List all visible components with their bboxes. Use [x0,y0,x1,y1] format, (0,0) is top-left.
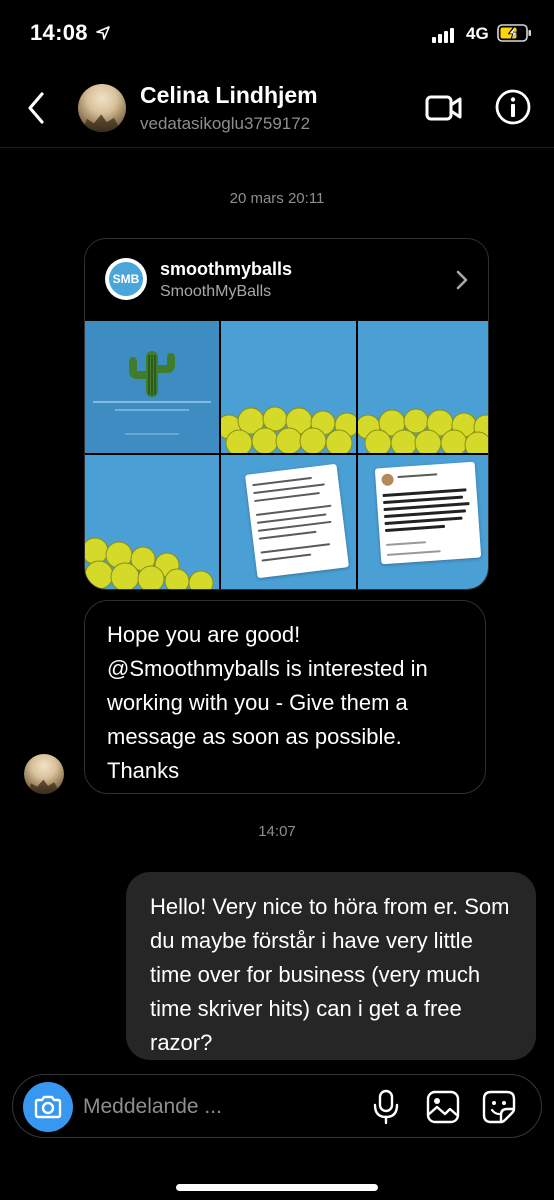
shared-post-account-display: SmoothMyBalls [160,283,272,300]
location-arrow-icon [96,26,110,45]
sticker-icon [482,1090,516,1124]
shared-post-account-name: smoothmyballs [160,259,293,279]
message-input[interactable] [83,1089,353,1125]
sent-message-bubble[interactable]: Hello! Very nice to höra from er. Som du… [126,872,536,1060]
sender-avatar[interactable] [24,754,64,794]
contact-username[interactable]: vedatasikoglu3759172 [140,114,310,134]
back-button[interactable] [22,88,50,128]
chevron-left-icon [28,92,44,124]
gallery-button[interactable] [425,1089,461,1125]
post-image-tweet [221,455,356,589]
post-image-cactus [85,321,219,453]
cellular-signal-icon [432,28,454,43]
smb-logo: SMB [105,258,147,300]
message-timestamp: 20 mars 20:11 [229,190,325,207]
status-time: 14:08 [30,20,88,45]
contact-name[interactable]: Celina Lindhjem [140,82,318,109]
video-call-button[interactable] [424,90,464,126]
post-image-balls [221,321,356,453]
info-icon [495,89,531,125]
message-timestamp: 14:07 [258,823,296,840]
video-camera-icon [425,95,462,121]
camera-button[interactable] [23,1082,73,1132]
info-button[interactable] [494,88,532,126]
smb-logo-text: SMB [109,262,143,296]
status-bar: 14:08 4G [0,0,554,70]
post-image-balls [85,455,219,589]
shared-post-card[interactable]: SMB smoothmyballs SmoothMyBalls [84,238,489,590]
image-gallery-icon [426,1090,460,1124]
contact-avatar[interactable] [78,84,126,132]
chevron-right-icon [455,269,469,296]
home-indicator[interactable] [176,1184,378,1191]
shared-post-header[interactable]: SMB smoothmyballs SmoothMyBalls [85,239,488,319]
camera-icon [34,1095,62,1119]
microphone-button[interactable] [371,1089,401,1125]
post-image-grid [85,321,488,589]
sticker-button[interactable] [481,1089,517,1125]
battery-charging-icon [497,23,533,48]
received-message-bubble[interactable]: Hope you are good! @Smoothmyballs is int… [84,600,486,794]
message-composer [12,1074,542,1138]
microphone-icon [373,1089,399,1125]
post-image-tweet [358,455,488,589]
chat-header: Celina Lindhjem vedatasikoglu3759172 [0,70,554,148]
post-image-balls [358,321,488,453]
network-type: 4G [466,24,489,43]
